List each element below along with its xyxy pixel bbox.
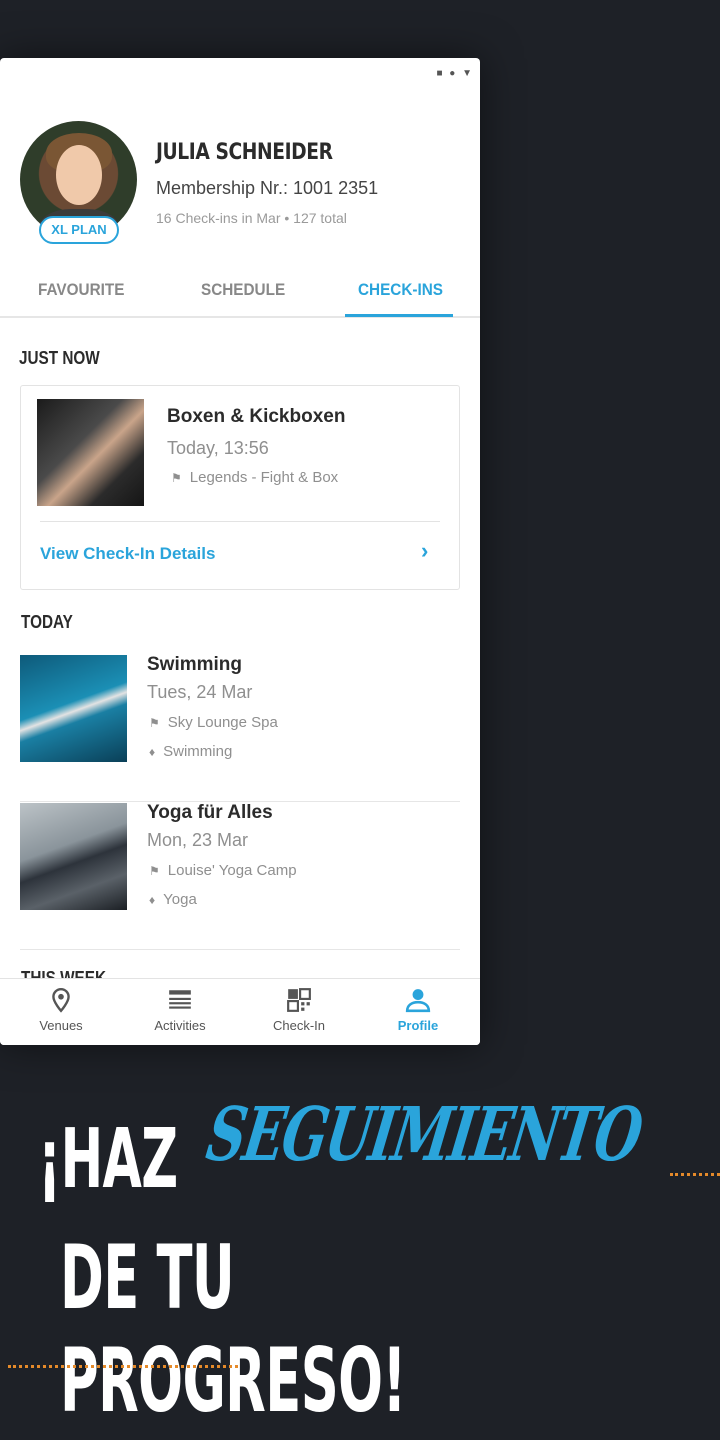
tag-name: Swimming — [163, 743, 233, 760]
membership-number: Membership Nr.: 1001 2351 — [156, 178, 379, 198]
tab-schedule[interactable]: SCHEDULE — [201, 280, 285, 300]
location-pin-icon: ⚑ — [149, 716, 160, 730]
checkins-summary: 16 Check-ins in Mar • 127 total — [156, 210, 347, 226]
phone-screen: ■ ● ▼ XL PLAN JULIA SCHNEIDER Membership… — [0, 58, 480, 1045]
qr-code-icon — [287, 988, 311, 1012]
section-title-just-now: JUST NOW — [19, 348, 100, 368]
tab-bar: FAVOURITE SCHEDULE CHECK-INS — [0, 268, 480, 318]
status-bar-icons: ■ ● ▼ — [436, 68, 474, 79]
tag-icon: ♦ — [149, 745, 156, 759]
bottom-nav: Venues Activities Check-In Profile — [0, 978, 480, 1045]
plan-badge: XL PLAN — [39, 216, 119, 244]
promo-headline-script: SEGUIMIENTO — [201, 1092, 647, 1178]
user-name: JULIA SCHNEIDER — [156, 140, 333, 165]
activity-title: Boxen & Kickboxen — [167, 406, 346, 427]
location-pin-icon: ⚑ — [171, 471, 182, 485]
nav-check-in[interactable]: Check-In — [239, 979, 359, 1045]
venue-name: Louise' Yoga Camp — [167, 862, 297, 879]
nav-label: Profile — [397, 1018, 439, 1033]
nav-label: Check-In — [272, 1018, 326, 1033]
active-tab-indicator — [345, 314, 453, 317]
nav-label: Venues — [39, 1018, 83, 1033]
venue-row: ⚑ Louise' Yoga Camp — [149, 862, 297, 879]
section-title-today: TODAY — [21, 612, 73, 632]
activity-image — [37, 399, 144, 506]
nav-profile[interactable]: Profile — [358, 979, 478, 1045]
tab-favourite[interactable]: FAVOURITE — [38, 280, 124, 300]
list-item[interactable]: Swimming Tues, 24 Mar ⚑ Sky Lounge Spa ♦ S… — [20, 654, 460, 802]
promo-headline-line2: DE TU PROGRESO! — [60, 1226, 407, 1432]
venue-row: ⚑ Legends - Fight & Box — [171, 469, 338, 486]
avatar-face — [56, 145, 102, 205]
card-divider — [40, 521, 440, 522]
tag-row: ♦ Swimming — [149, 743, 232, 760]
chevron-right-icon[interactable]: › — [421, 538, 428, 564]
activity-date: Mon, 23 Mar — [147, 830, 249, 850]
tag-name: Yoga — [163, 891, 197, 908]
tag-icon: ♦ — [149, 893, 156, 907]
activity-image — [20, 655, 127, 762]
activity-image — [20, 803, 127, 910]
tag-row: ♦ Yoga — [149, 891, 197, 908]
view-checkin-details-link[interactable]: View Check-In Details — [40, 544, 215, 564]
profile-icon — [405, 989, 431, 1013]
tab-check-ins[interactable]: CHECK-INS — [358, 280, 443, 300]
venue-row: ⚑ Sky Lounge Spa — [149, 714, 278, 731]
location-pin-icon — [52, 987, 70, 1013]
latest-checkin-card[interactable]: Boxen & Kickboxen Today, 13:56 ⚑ Legends … — [20, 385, 460, 590]
activity-date: Tues, 24 Mar — [147, 682, 253, 702]
promo-headline-line1: ¡HAZ — [38, 1112, 178, 1207]
checkin-time: Today, 13:56 — [167, 438, 269, 458]
decorative-dots — [8, 1365, 238, 1368]
venue-name: Legends - Fight & Box — [189, 469, 339, 486]
nav-activities[interactable]: Activities — [120, 979, 240, 1045]
activity-title: Yoga für Alles — [147, 802, 273, 823]
nav-label: Activities — [154, 1018, 206, 1033]
venue-name: Sky Lounge Spa — [167, 714, 278, 731]
activity-title: Swimming — [147, 654, 243, 675]
nav-venues[interactable]: Venues — [1, 979, 121, 1045]
location-pin-icon: ⚑ — [149, 864, 160, 878]
decorative-dots — [670, 1173, 720, 1176]
list-item[interactable]: Yoga für Alles Mon, 23 Mar ⚑ Louise' Yoga… — [20, 802, 460, 950]
list-icon — [169, 990, 191, 1009]
